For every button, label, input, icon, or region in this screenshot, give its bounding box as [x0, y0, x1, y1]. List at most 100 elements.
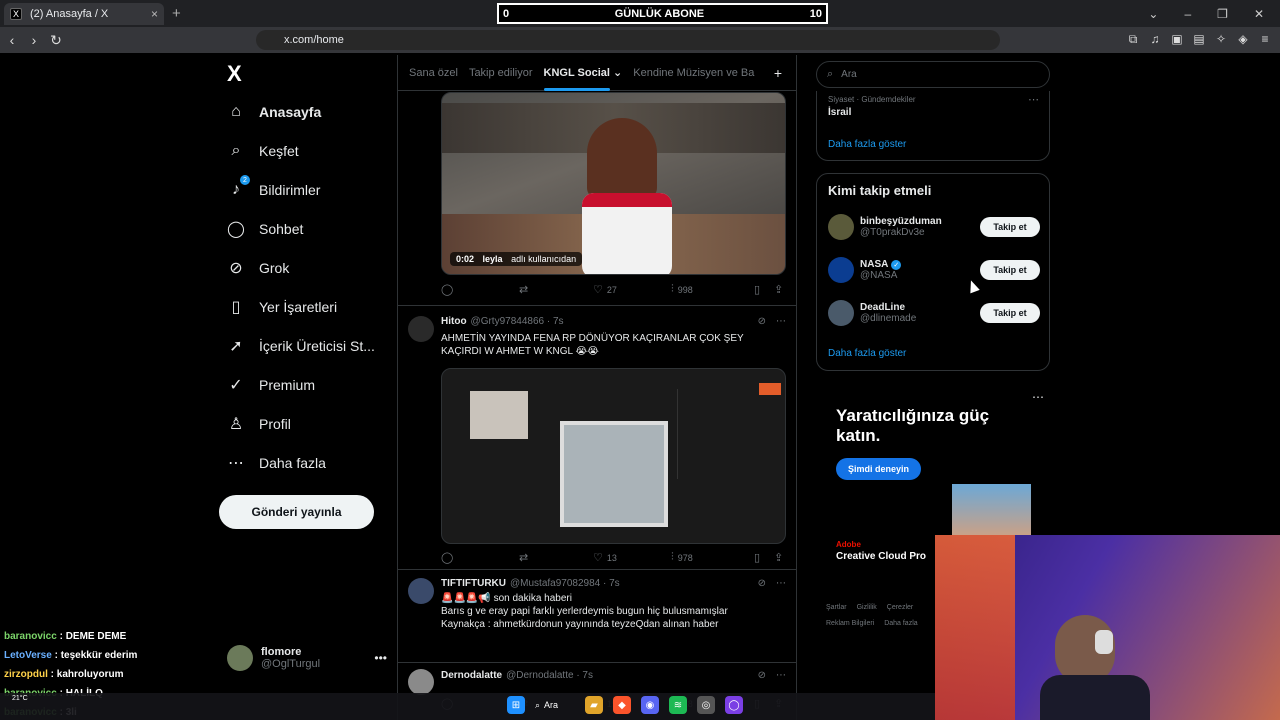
- account-switcher[interactable]: flomore @OglTurgul •••: [227, 645, 387, 671]
- menu-icon[interactable]: ≡: [1258, 32, 1272, 47]
- x-logo-icon[interactable]: X: [227, 61, 242, 87]
- footer-link[interactable]: Reklam Bilgileri: [826, 620, 874, 627]
- sidebar-item-label: Grok: [259, 260, 290, 276]
- post-author[interactable]: TIFTIFTURKU: [441, 578, 506, 589]
- music-icon[interactable]: ♫: [1148, 32, 1162, 47]
- url-field[interactable]: x.com/home: [256, 30, 1000, 50]
- address-bar: ‹ › ↻ ▯ x.com/home ⧉ ♫ ▣ ▤ ✧ ◈ ≡: [0, 27, 1280, 53]
- sidebar-item-home[interactable]: ⌂ Anasayfa: [227, 103, 321, 121]
- post-author[interactable]: Dernodalatte: [441, 670, 502, 681]
- more-icon[interactable]: •••: [374, 651, 387, 665]
- reply-icon[interactable]: ◯: [441, 551, 519, 564]
- taskbar-search[interactable]: ⌕ Ara: [535, 700, 575, 711]
- sidebar-item-search[interactable]: ⌕ Keşfet: [227, 142, 299, 160]
- maximize-icon[interactable]: ❐: [1217, 7, 1228, 21]
- wallet-icon[interactable]: ▤: [1192, 32, 1206, 47]
- grok-icon[interactable]: ⊘: [758, 316, 766, 327]
- brave-icon[interactable]: ◆: [613, 696, 631, 714]
- tab-kngl-social[interactable]: KNGL Social ⌄: [543, 66, 622, 91]
- post-author[interactable]: Hitoo: [441, 316, 467, 327]
- sidebar-item-bookmark[interactable]: ▯ Yer İşaretleri: [227, 298, 337, 316]
- tab-following[interactable]: Takip ediliyor: [469, 67, 533, 79]
- more-icon[interactable]: ⋯: [1032, 390, 1044, 404]
- steam-icon[interactable]: ◎: [697, 696, 715, 714]
- trends-show-more[interactable]: Daha fazla göster: [828, 139, 906, 150]
- more-icon[interactable]: ⋯: [1028, 93, 1039, 106]
- footer-link[interactable]: Daha fazla: [884, 620, 917, 627]
- vpn-icon[interactable]: ◈: [1236, 32, 1250, 47]
- repost-icon[interactable]: ⇄: [519, 551, 593, 564]
- post-button[interactable]: Gönderi yayınla: [219, 495, 374, 529]
- sidebar-item-more-circle[interactable]: ⋯ Daha fazla: [227, 454, 326, 472]
- follow-show-more[interactable]: Daha fazla göster: [828, 348, 906, 359]
- more-icon[interactable]: ⋯: [776, 578, 786, 589]
- post-actions: ◯ ⇄ ♡ 27 ⫶ 998 ▯ ⇪: [441, 283, 786, 296]
- weather-widget[interactable]: 21°C: [12, 695, 28, 702]
- follow-suggestion[interactable]: binbeşyüzduman @T0prakDv3e Takip et: [828, 214, 1040, 240]
- bookmark-icon[interactable]: ▯: [754, 283, 774, 296]
- video-player[interactable]: 0:02 leyla adlı kullanıcıdan: [441, 92, 786, 275]
- sidebar-item-person[interactable]: ♙ Profil: [227, 415, 291, 433]
- share-icon[interactable]: ⇪: [774, 283, 783, 296]
- sidebar-icon[interactable]: ▣: [1170, 32, 1184, 47]
- views-button[interactable]: ⫶ 978: [671, 551, 754, 564]
- reply-icon[interactable]: ◯: [441, 283, 519, 296]
- leo-icon[interactable]: ✧: [1214, 32, 1228, 47]
- bookmark-icon[interactable]: ▯: [754, 551, 774, 564]
- post-handle[interactable]: @Grty97844866: [471, 316, 545, 327]
- reload-icon[interactable]: ↻: [46, 32, 66, 49]
- chat-user: zirzopdul: [4, 669, 48, 680]
- follow-suggestion[interactable]: NASA ✓ @NASA Takip et: [828, 257, 1040, 283]
- discord-icon[interactable]: ◉: [641, 696, 659, 714]
- repost-icon[interactable]: ⇄: [519, 283, 593, 296]
- views-button[interactable]: ⫶ 998: [671, 283, 754, 296]
- minimize-icon[interactable]: –: [1184, 7, 1191, 21]
- footer-link[interactable]: Gizlilik: [857, 604, 877, 611]
- follow-button[interactable]: Takip et: [980, 260, 1040, 280]
- divider: [398, 662, 796, 663]
- sidebar-item-bell[interactable]: ♪ 2 Bildirimler: [227, 175, 320, 199]
- spotify-icon[interactable]: ≋: [669, 696, 687, 714]
- more-icon[interactable]: ⋯: [776, 670, 786, 681]
- footer-link[interactable]: Şartlar: [826, 604, 847, 611]
- sidebar-item-grok[interactable]: ⊘ Grok: [227, 259, 289, 277]
- back-icon[interactable]: ‹: [2, 32, 22, 48]
- grok-icon[interactable]: ⊘: [758, 670, 766, 681]
- like-button[interactable]: ♡ 13: [593, 551, 671, 564]
- browser-tab[interactable]: X (2) Anasayfa / X ×: [4, 3, 164, 25]
- post-line: Kaynakça : ahmetkürdonun yayınında teyze…: [441, 619, 719, 630]
- follow-button[interactable]: Takip et: [980, 217, 1040, 237]
- obs-icon[interactable]: ◯: [725, 696, 743, 714]
- ad-cta-button[interactable]: Şimdi deneyin: [836, 458, 922, 480]
- windows-start-icon[interactable]: ⊞: [507, 696, 525, 714]
- image-logo: [759, 383, 781, 395]
- sidebar-item-verified[interactable]: ✓ Premium: [227, 376, 315, 394]
- close-tab-icon[interactable]: ×: [151, 7, 158, 21]
- forward-icon[interactable]: ›: [24, 32, 44, 48]
- like-button[interactable]: ♡ 27: [593, 283, 671, 296]
- more-icon[interactable]: ⋯: [776, 316, 786, 327]
- follow-suggestion[interactable]: DeadLine @dlinemade Takip et: [828, 300, 1040, 326]
- close-window-icon[interactable]: ✕: [1254, 7, 1264, 21]
- tab-musician[interactable]: Kendine Müzisyen ve Ba: [633, 67, 754, 79]
- timeline-tabs: Sana özel Takip ediliyor KNGL Social ⌄ K…: [398, 55, 796, 91]
- grok-icon[interactable]: ⊘: [758, 578, 766, 589]
- search-input[interactable]: ⌕ Ara: [816, 61, 1050, 88]
- post-image[interactable]: [441, 368, 786, 544]
- sidebar-item-rocket[interactable]: ➚ İçerik Üreticisi St...: [227, 337, 375, 355]
- post-handle[interactable]: @Dernodalatte: [506, 670, 573, 681]
- file-explorer-icon[interactable]: ▰: [585, 696, 603, 714]
- follow-button[interactable]: Takip et: [980, 303, 1040, 323]
- tab-for-you[interactable]: Sana özel: [409, 67, 458, 79]
- trend-title[interactable]: İsrail: [828, 107, 851, 118]
- post-handle[interactable]: @Mustafa97082984: [510, 578, 600, 589]
- add-tab-icon[interactable]: +: [774, 65, 782, 81]
- sidebar-item-chat[interactable]: ◯ Sohbet: [227, 220, 303, 238]
- share-icon[interactable]: ⇪: [774, 551, 783, 564]
- extensions-icon[interactable]: ⧉: [1126, 32, 1140, 47]
- new-tab-button[interactable]: +: [172, 5, 181, 22]
- footer-link[interactable]: Çerezler: [887, 604, 913, 611]
- chevron-down-icon[interactable]: ⌄: [1148, 7, 1158, 21]
- divider: [398, 569, 796, 570]
- chat-user: LetoVerse: [4, 650, 52, 661]
